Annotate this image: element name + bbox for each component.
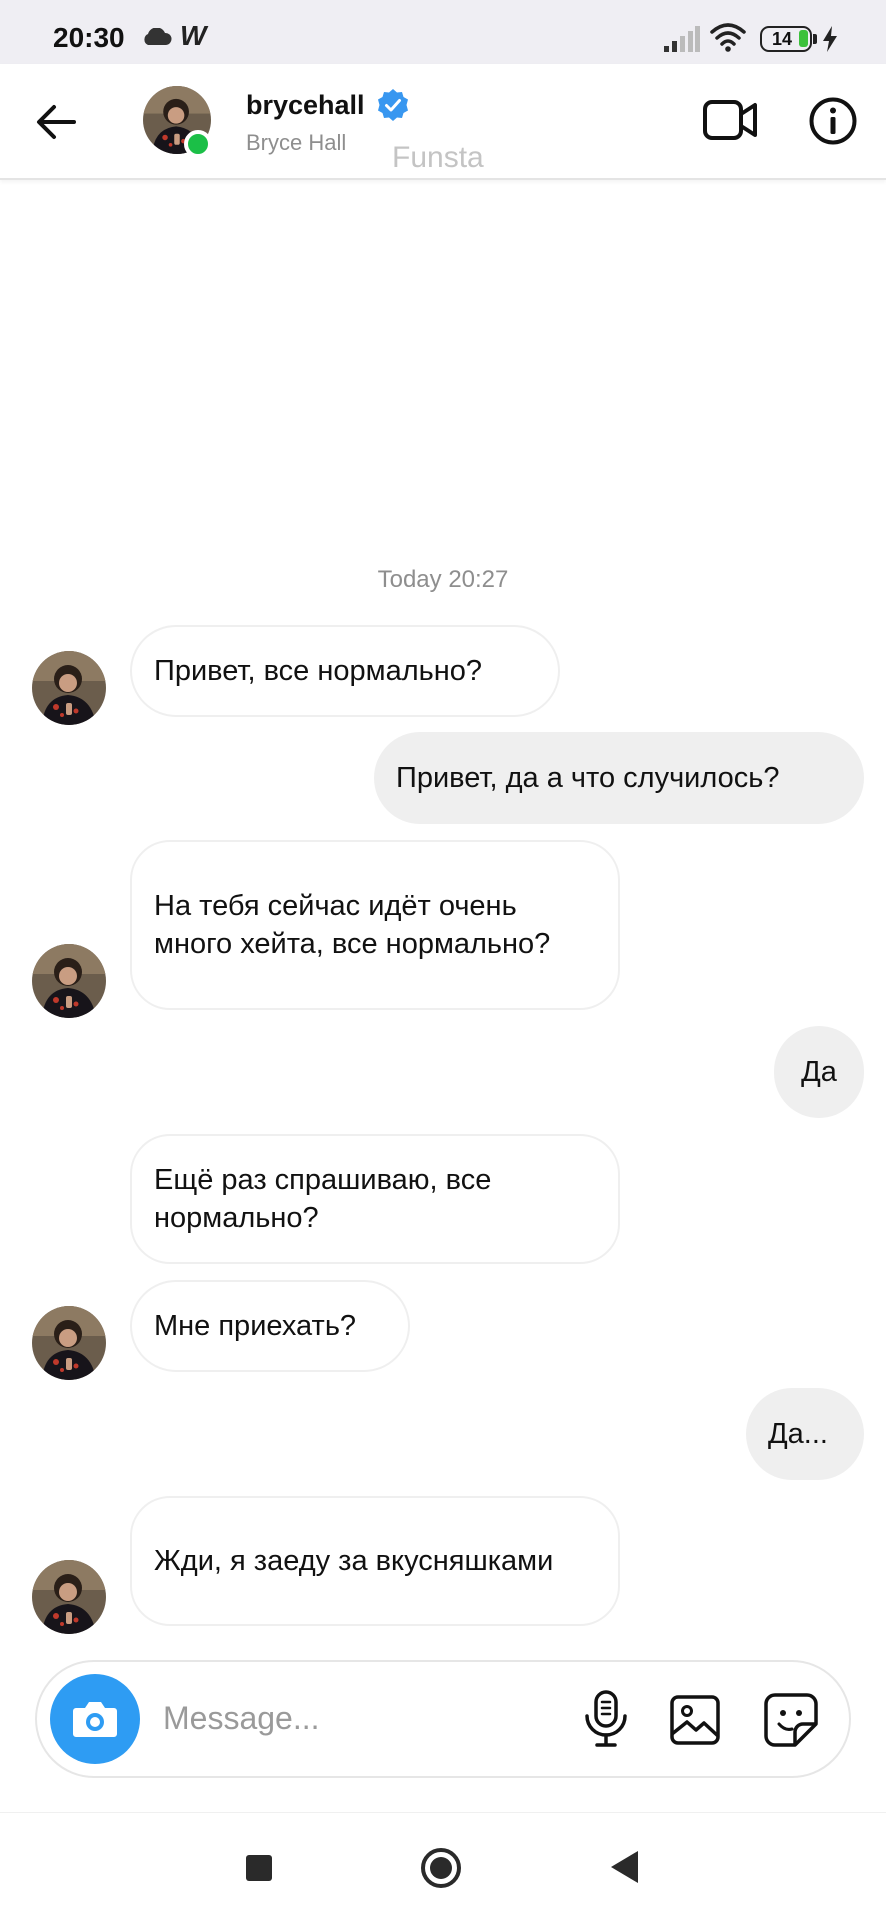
outgoing-message[interactable]: Да...	[746, 1388, 864, 1480]
charging-icon	[823, 26, 837, 52]
system-nav-bar	[0, 1812, 886, 1920]
battery-level: 14	[772, 29, 793, 49]
status-bar: 20:30 W 14	[0, 0, 886, 64]
incoming-message[interactable]: Привет, все нормально?	[130, 625, 560, 717]
camera-button[interactable]	[50, 1674, 140, 1764]
message-composer	[35, 1660, 851, 1778]
cloud-icon	[144, 28, 172, 45]
camera-icon	[73, 1702, 117, 1737]
incoming-message[interactable]: Ещё раз спрашиваю, все нормально?	[130, 1134, 620, 1264]
recents-icon[interactable]	[246, 1855, 272, 1881]
outgoing-message[interactable]: Привет, да а что случилось?	[374, 732, 864, 824]
incoming-message[interactable]: Жди, я заеду за вкусняшками	[130, 1496, 620, 1626]
back-arrow-icon[interactable]	[34, 100, 78, 144]
sticker-icon[interactable]	[763, 1692, 819, 1748]
online-status-dot	[184, 130, 212, 158]
battery-icon: 14	[760, 26, 812, 52]
message-input[interactable]	[163, 1692, 463, 1744]
watermark: Funsta	[392, 141, 484, 174]
status-time: 20:30	[53, 22, 125, 53]
incoming-message[interactable]: На тебя сейчас идёт очень много хейта, в…	[130, 840, 620, 1010]
wifi-icon	[710, 23, 746, 52]
microphone-icon[interactable]	[581, 1690, 631, 1748]
incoming-message[interactable]: Мне приехать?	[130, 1280, 410, 1372]
signal-icon	[664, 26, 700, 52]
home-icon[interactable]	[420, 1847, 462, 1889]
avatar[interactable]	[32, 651, 106, 725]
avatar[interactable]	[32, 944, 106, 1018]
gallery-icon[interactable]	[669, 1694, 721, 1746]
chat-username[interactable]: brycehall	[246, 90, 365, 121]
outgoing-message[interactable]: Да	[774, 1026, 864, 1118]
w-app-icon: W	[180, 20, 207, 51]
verified-badge-icon	[378, 89, 408, 121]
chat-timestamp: Today 20:27	[377, 566, 509, 593]
info-icon[interactable]	[808, 96, 858, 146]
back-icon[interactable]	[608, 1849, 640, 1885]
avatar[interactable]	[32, 1306, 106, 1380]
avatar[interactable]	[32, 1560, 106, 1634]
battery-tip	[813, 34, 817, 44]
video-call-icon[interactable]	[702, 96, 758, 144]
chat-full-name: Bryce Hall	[246, 130, 347, 155]
battery-fill	[799, 30, 808, 47]
